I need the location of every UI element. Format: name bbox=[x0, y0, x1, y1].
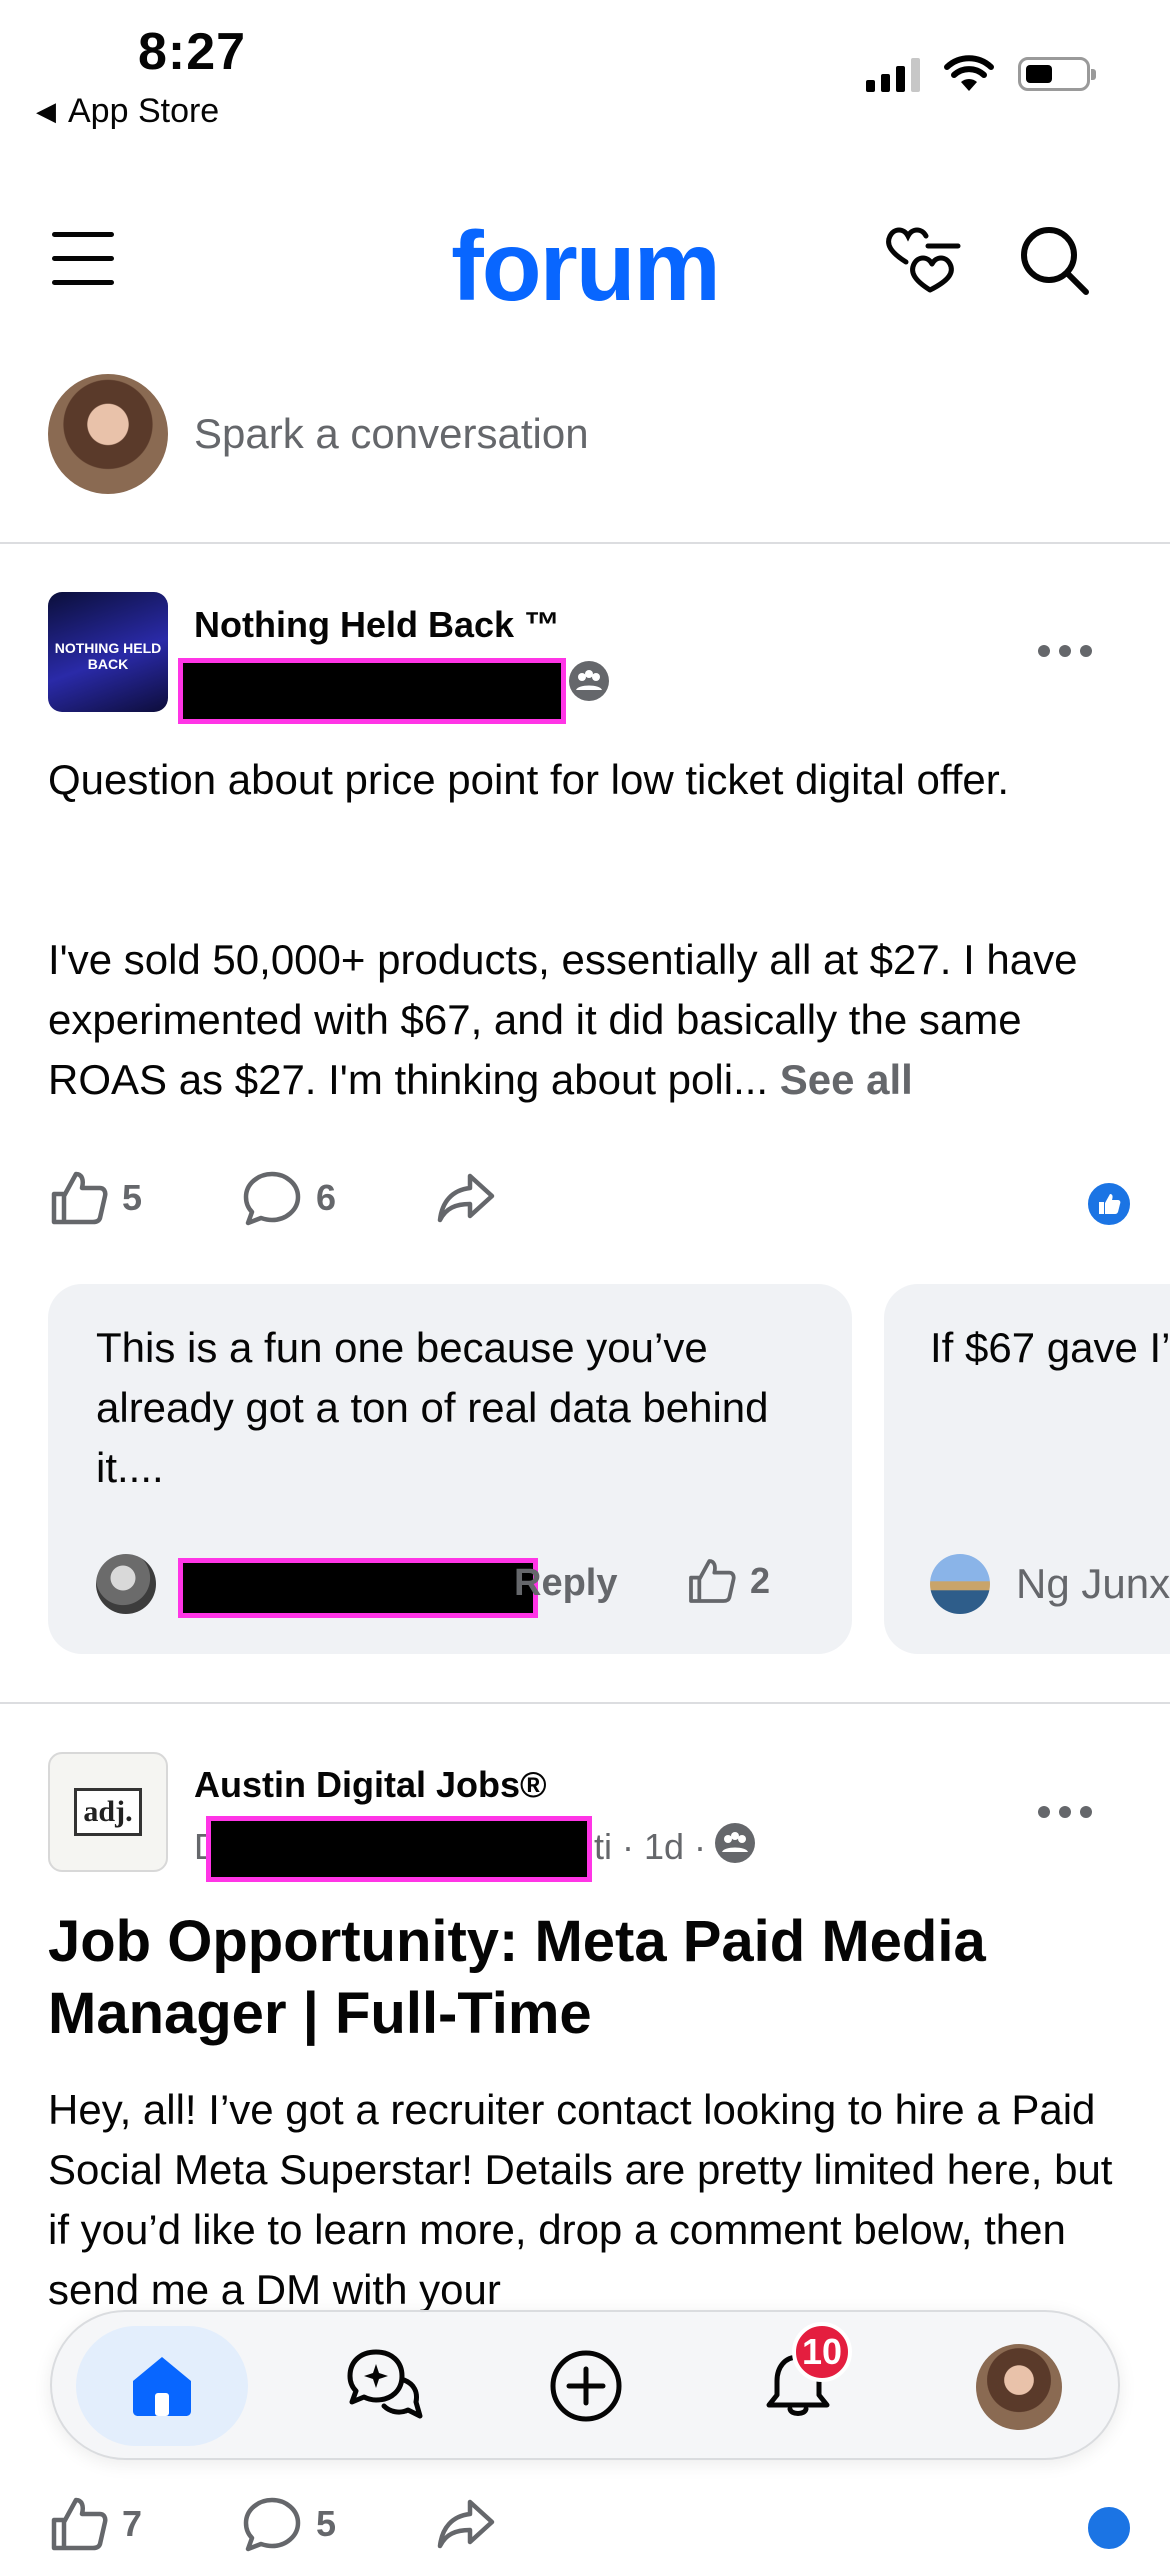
post-title[interactable]: Job Opportunity: Meta Paid Media Manager… bbox=[48, 1906, 1128, 2050]
composer[interactable]: Spark a conversation bbox=[0, 374, 1170, 544]
like-icon bbox=[51, 1171, 108, 1225]
post-text: I've sold 50,000+ products, essentially … bbox=[48, 936, 1078, 1103]
notifications-badge: 10 bbox=[792, 2322, 853, 2382]
share-icon[interactable] bbox=[436, 1168, 496, 1228]
commenter-avatar[interactable] bbox=[96, 1554, 156, 1614]
comment-like-button[interactable]: 2 bbox=[686, 1556, 770, 1606]
like-icon bbox=[51, 2497, 108, 2551]
tab-profile-avatar[interactable] bbox=[976, 2344, 1062, 2430]
back-arrow-icon: ◀ bbox=[36, 96, 56, 126]
redacted-commenter-name bbox=[178, 1558, 538, 1618]
status-time: 8:27 bbox=[138, 23, 247, 81]
post-meta: ti · 1d · bbox=[594, 1826, 707, 1867]
wifi-icon bbox=[944, 55, 994, 91]
commenter-avatar[interactable] bbox=[930, 1554, 990, 1614]
like-button[interactable]: 7 bbox=[48, 2494, 142, 2554]
like-count: 7 bbox=[122, 2503, 143, 2544]
reply-button[interactable]: Reply bbox=[514, 1562, 617, 1605]
comment-count: 5 bbox=[316, 2503, 337, 2544]
hearts-icon[interactable] bbox=[884, 224, 964, 296]
tab-create[interactable] bbox=[526, 2326, 646, 2446]
redacted-author bbox=[178, 658, 566, 724]
see-all-link[interactable]: See all bbox=[780, 1056, 913, 1103]
back-label: App Store bbox=[68, 92, 220, 130]
avatar[interactable] bbox=[48, 374, 168, 494]
comment-preview-card[interactable]: This is a fun one because you’ve already… bbox=[48, 1284, 852, 1654]
add-circle-icon bbox=[550, 2350, 622, 2422]
commenter-name[interactable]: Ng Junx bbox=[1016, 1560, 1170, 1608]
comment-icon bbox=[243, 1171, 301, 1226]
feed-divider bbox=[0, 1702, 1170, 1704]
cellular-signal-icon bbox=[866, 56, 920, 92]
more-options-icon[interactable] bbox=[1038, 645, 1092, 657]
share-icon[interactable] bbox=[436, 2494, 496, 2554]
search-icon[interactable] bbox=[1018, 224, 1090, 296]
like-icon bbox=[689, 1559, 736, 1603]
group-thumbnail[interactable]: adj. bbox=[48, 1752, 168, 1872]
like-reaction-icon bbox=[1085, 1180, 1133, 1228]
status-icons bbox=[866, 55, 1096, 93]
group-thumbnail-text: adj. bbox=[74, 1788, 142, 1836]
post-text-paragraph: I've sold 50,000+ products, essentially … bbox=[48, 930, 1128, 1110]
post-text-paragraph: Question about price point for low ticke… bbox=[48, 756, 1010, 803]
comment-like-count: 2 bbox=[750, 1560, 771, 1601]
brand-logo: forum bbox=[451, 211, 721, 321]
comment-text: If $67 gave I’d definitely bbox=[930, 1324, 1170, 1371]
group-members-icon bbox=[715, 1823, 755, 1863]
group-members-icon bbox=[569, 661, 609, 701]
comment-icon bbox=[243, 2497, 301, 2552]
composer-input[interactable]: Spark a conversation bbox=[194, 410, 589, 458]
tab-home[interactable] bbox=[76, 2326, 248, 2446]
home-icon bbox=[133, 2357, 191, 2416]
bottom-tab-bar: 10 bbox=[50, 2310, 1120, 2460]
back-to-app-store-link[interactable]: ◀ App Store bbox=[36, 92, 219, 131]
redacted-author bbox=[206, 1816, 592, 1882]
chat-spark-icon bbox=[347, 2349, 423, 2419]
more-options-icon[interactable] bbox=[1038, 1806, 1092, 1818]
comment-button[interactable]: 5 bbox=[242, 2494, 336, 2554]
group-thumbnail-text: NOTHING HELD BACK bbox=[54, 640, 162, 672]
group-name[interactable]: Austin Digital Jobs® bbox=[194, 1764, 547, 1806]
comment-button[interactable]: 6 bbox=[242, 1168, 336, 1228]
tab-chats[interactable] bbox=[324, 2326, 444, 2446]
comment-count: 6 bbox=[316, 1177, 337, 1218]
comment-preview-card[interactable]: If $67 gave I’d definitely Ng Junx bbox=[884, 1284, 1170, 1654]
comment-text: This is a fun one because you’ve already… bbox=[96, 1324, 769, 1491]
battery-icon bbox=[1018, 57, 1096, 91]
app-header: forum bbox=[0, 200, 1170, 321]
group-thumbnail[interactable]: NOTHING HELD BACK bbox=[48, 592, 168, 712]
like-button[interactable]: 5 bbox=[48, 1168, 142, 1228]
group-name[interactable]: Nothing Held Back ™ bbox=[194, 604, 560, 646]
like-reaction-icon bbox=[1085, 2504, 1133, 2552]
like-count: 5 bbox=[122, 1177, 143, 1218]
